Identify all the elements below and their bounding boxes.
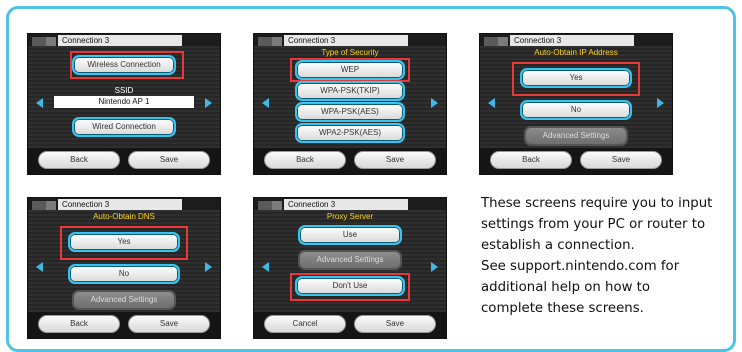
instructions-line: See support.nintendo.com for xyxy=(481,259,680,274)
title-label: Connection 3 xyxy=(284,199,408,210)
security-option-wpa-psk-tkip[interactable]: WPA-PSK(TKIP) xyxy=(295,81,405,101)
panel-proxy-server: Connection 3 Proxy Server Use Advanced S… xyxy=(253,197,447,339)
left-arrow-icon[interactable] xyxy=(36,98,43,108)
panel-security-type: Connection 3 Type of Security WEP WPA-PS… xyxy=(253,33,447,175)
save-button[interactable]: Save xyxy=(128,315,210,333)
instructions-text: These screens require you to input setti… xyxy=(481,193,741,319)
back-button[interactable]: Back xyxy=(264,151,346,169)
instructions-line: additional help on how to xyxy=(481,280,651,295)
title-label: Connection 3 xyxy=(58,35,182,46)
title-bar: Connection 3 xyxy=(480,34,672,46)
advanced-settings-button[interactable]: Advanced Settings xyxy=(298,250,402,270)
right-arrow-icon[interactable] xyxy=(205,262,212,272)
no-button[interactable]: No xyxy=(68,264,180,284)
right-arrow-icon[interactable] xyxy=(205,98,212,108)
panel-auto-obtain-ip: Connection 3 Auto-Obtain IP Address Yes … xyxy=(479,33,673,175)
title-bar: Connection 3 xyxy=(28,34,220,46)
bottom-bar: Back Save xyxy=(28,148,220,174)
wireless-connection-button[interactable]: Wireless Connection xyxy=(72,55,176,75)
save-button[interactable]: Save xyxy=(580,151,662,169)
bottom-bar: Back Save xyxy=(28,312,220,338)
right-arrow-icon[interactable] xyxy=(431,262,438,272)
heading: Auto-Obtain IP Address xyxy=(534,48,618,57)
instructions-line: establish a connection. xyxy=(481,238,635,253)
title-label: Connection 3 xyxy=(284,35,408,46)
left-arrow-icon[interactable] xyxy=(262,262,269,272)
panel-connection-settings: Connection 3 Wireless Connection SSID Ni… xyxy=(27,33,221,175)
use-button[interactable]: Use xyxy=(298,225,402,245)
security-option-wpa2-psk-aes[interactable]: WPA2-PSK(AES) xyxy=(295,123,405,143)
title-bar: Connection 3 xyxy=(254,198,446,210)
left-arrow-icon[interactable] xyxy=(36,262,43,272)
bottom-bar: Cancel Save xyxy=(254,312,446,338)
right-arrow-icon[interactable] xyxy=(431,98,438,108)
instructions-line: settings from your PC or router to xyxy=(481,217,706,232)
bottom-bar: Back Save xyxy=(480,148,672,174)
yes-button[interactable]: Yes xyxy=(68,232,180,252)
instructions-line: complete these screens. xyxy=(481,301,644,316)
wired-connection-button[interactable]: Wired Connection xyxy=(72,117,176,137)
security-option-wep[interactable]: WEP xyxy=(295,60,405,80)
heading: Auto-Obtain DNS xyxy=(93,212,155,221)
left-arrow-icon[interactable] xyxy=(488,98,495,108)
save-button[interactable]: Save xyxy=(354,151,436,169)
back-button[interactable]: Back xyxy=(38,151,120,169)
title-bar: Connection 3 xyxy=(254,34,446,46)
title-label: Connection 3 xyxy=(510,35,634,46)
no-button[interactable]: No xyxy=(520,100,632,120)
heading: Proxy Server xyxy=(326,212,374,221)
security-option-wpa-psk-aes[interactable]: WPA-PSK(AES) xyxy=(295,102,405,122)
advanced-settings-button[interactable]: Advanced Settings xyxy=(524,126,628,146)
back-button[interactable]: Back xyxy=(490,151,572,169)
dont-use-button[interactable]: Don't Use xyxy=(295,276,405,296)
yes-button[interactable]: Yes xyxy=(520,68,632,88)
panel-auto-obtain-dns: Connection 3 Auto-Obtain DNS Yes No Adva… xyxy=(27,197,221,339)
bottom-bar: Back Save xyxy=(254,148,446,174)
save-button[interactable]: Save xyxy=(128,151,210,169)
right-arrow-icon[interactable] xyxy=(657,98,664,108)
advanced-settings-button[interactable]: Advanced Settings xyxy=(72,290,176,310)
title-label: Connection 3 xyxy=(58,199,182,210)
instructions-line: These screens require you to input xyxy=(481,196,713,211)
ssid-label: SSID xyxy=(114,86,134,95)
heading: Type of Security xyxy=(321,48,379,57)
title-bar: Connection 3 xyxy=(28,198,220,210)
save-button[interactable]: Save xyxy=(354,315,436,333)
cancel-button[interactable]: Cancel xyxy=(264,315,346,333)
ssid-field[interactable]: Nintendo AP 1 xyxy=(54,96,194,108)
back-button[interactable]: Back xyxy=(38,315,120,333)
left-arrow-icon[interactable] xyxy=(262,98,269,108)
